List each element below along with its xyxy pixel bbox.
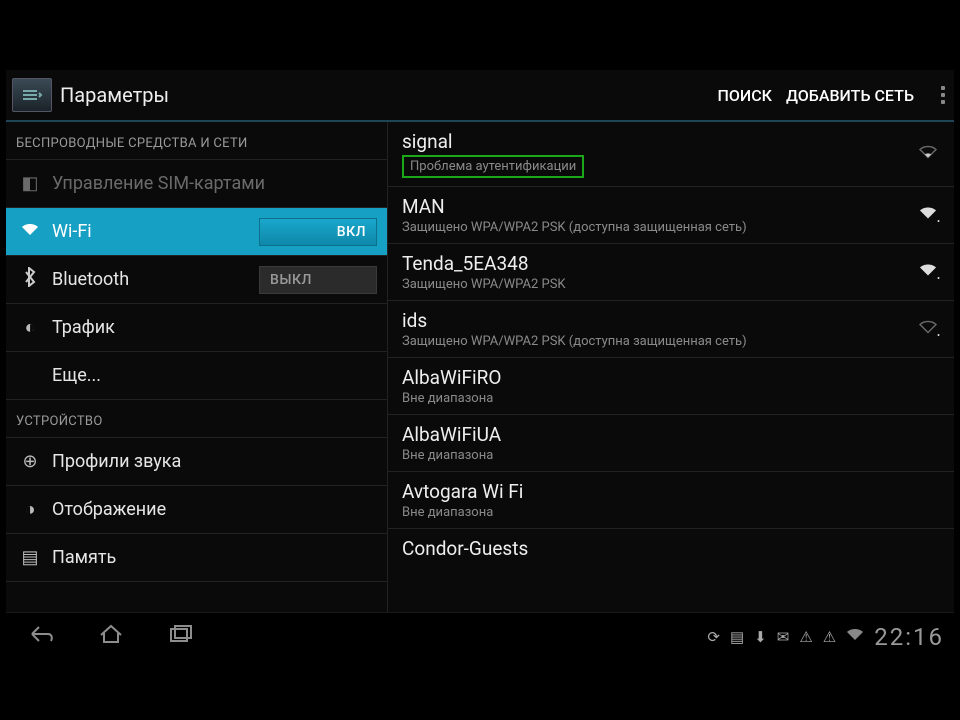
wifi-name: Tenda_5EA348 — [402, 252, 940, 275]
sidebar-item-label: Bluetooth — [52, 269, 259, 290]
sidebar-item-label: Еще... — [52, 365, 377, 386]
header-actions: ПОИСК ДОБАВИТЬ СЕТЬ — [718, 86, 948, 105]
wifi-name: ids — [402, 309, 940, 332]
wifi-network-item[interactable]: MAN Защищено WPA/WPA2 PSK (доступна защи… — [388, 187, 954, 244]
wifi-status: Вне диапазона — [402, 391, 940, 406]
sound-icon: ⊕ — [16, 451, 44, 472]
sidebar-item-more[interactable]: Еще... — [6, 352, 387, 400]
sim-icon: ◧ — [16, 173, 44, 194]
sidebar-item-label: Отображение — [52, 499, 377, 520]
wifi-name: signal — [402, 130, 940, 153]
sidebar-item-bluetooth[interactable]: Bluetooth ВЫКЛ — [6, 256, 387, 304]
wifi-name: AlbaWiFiRO — [402, 366, 940, 389]
wifi-status-icon — [846, 628, 864, 646]
wifi-name: MAN — [402, 195, 940, 218]
wifi-signal-icon — [918, 144, 938, 165]
warning-icon: ⚠ — [799, 628, 812, 646]
sidebar-item-wifi[interactable]: Wi-Fi ВКЛ — [6, 208, 387, 256]
wifi-network-item[interactable]: Tenda_5EA348 Защищено WPA/WPA2 PSK — [388, 244, 954, 301]
wifi-status: Защищено WPA/WPA2 PSK (доступна защищенн… — [402, 220, 940, 235]
wifi-network-list: signal Проблема аутентификации MAN Защищ… — [388, 122, 954, 630]
wifi-network-item[interactable]: signal Проблема аутентификации — [388, 122, 954, 187]
sidebar-item-label: Управление SIM-картами — [52, 173, 377, 194]
app-header: Параметры ПОИСК ДОБАВИТЬ СЕТЬ — [6, 70, 954, 122]
sidebar-item-label: Память — [52, 547, 377, 568]
back-button[interactable] — [6, 623, 76, 650]
mail-icon: ✉ — [777, 628, 790, 646]
sync-icon: ⟳ — [707, 628, 720, 646]
wifi-icon — [16, 221, 44, 242]
sidebar-item-sound[interactable]: ⊕ Профили звука — [6, 438, 387, 486]
overflow-menu-button[interactable] — [938, 86, 948, 104]
settings-icon — [12, 78, 52, 112]
section-wireless-label: БЕСПРОВОДНЫЕ СРЕДСТВА И СЕТИ — [6, 122, 387, 160]
section-device-label: УСТРОЙСТВО — [6, 400, 387, 438]
wifi-status: Защищено WPA/WPA2 PSK — [402, 277, 940, 292]
home-button[interactable] — [76, 623, 146, 650]
wifi-status: Вне диапазона — [402, 505, 940, 520]
wifi-toggle[interactable]: ВКЛ — [259, 218, 377, 246]
sidebar-item-display[interactable]: ◑ Отображение — [6, 486, 387, 534]
sidebar-item-storage[interactable]: ▤ Память — [6, 534, 387, 582]
storage-icon: ▤ — [16, 547, 44, 568]
search-button[interactable]: ПОИСК — [718, 86, 772, 105]
wifi-name: Condor-Guests — [402, 537, 940, 560]
wifi-status: Защищено WPA/WPA2 PSK (доступна защищенн… — [402, 334, 940, 349]
sidebar-item-label: Wi-Fi — [52, 221, 259, 242]
add-network-button[interactable]: ДОБАВИТЬ СЕТЬ — [786, 86, 914, 105]
bluetooth-toggle[interactable]: ВЫКЛ — [259, 266, 377, 294]
display-icon: ◑ — [16, 499, 44, 520]
wifi-status-highlighted: Проблема аутентификации — [402, 155, 584, 178]
wifi-status: Вне диапазона — [402, 448, 940, 463]
wifi-name: Avtogara Wi Fi — [402, 480, 940, 503]
sd-icon: ▤ — [730, 628, 744, 646]
sidebar-item-sim[interactable]: ◧ Управление SIM-картами — [6, 160, 387, 208]
wifi-network-item[interactable]: AlbaWiFiUA Вне диапазона — [388, 415, 954, 472]
wifi-network-item[interactable]: Avtogara Wi Fi Вне диапазона — [388, 472, 954, 529]
warning-icon: ⚠ — [823, 628, 836, 646]
clock: 22:16 — [874, 623, 944, 651]
bluetooth-icon — [16, 267, 44, 292]
wifi-network-item[interactable]: ids Защищено WPA/WPA2 PSK (доступна защи… — [388, 301, 954, 358]
wifi-network-item[interactable]: Condor-Guests — [388, 529, 954, 568]
page-title: Параметры — [60, 83, 718, 107]
download-icon: ⬇ — [754, 628, 767, 646]
settings-sidebar: БЕСПРОВОДНЫЕ СРЕДСТВА И СЕТИ ◧ Управлени… — [6, 122, 388, 630]
system-navbar: ⟳ ▤ ⬇ ✉ ⚠ ⚠ 22:16 — [6, 612, 954, 660]
wifi-network-item[interactable]: AlbaWiFiRO Вне диапазона — [388, 358, 954, 415]
recent-apps-button[interactable] — [146, 624, 216, 649]
wifi-signal-icon — [918, 205, 938, 226]
sidebar-item-label: Профили звука — [52, 451, 377, 472]
status-tray[interactable]: ⟳ ▤ ⬇ ✉ ⚠ ⚠ 22:16 — [707, 623, 954, 651]
wifi-signal-icon — [918, 262, 938, 283]
data-usage-icon: ◐ — [16, 317, 44, 338]
sidebar-item-label: Трафик — [52, 317, 377, 338]
wifi-name: AlbaWiFiUA — [402, 423, 940, 446]
wifi-signal-icon — [918, 319, 938, 340]
sidebar-item-data[interactable]: ◐ Трафик — [6, 304, 387, 352]
